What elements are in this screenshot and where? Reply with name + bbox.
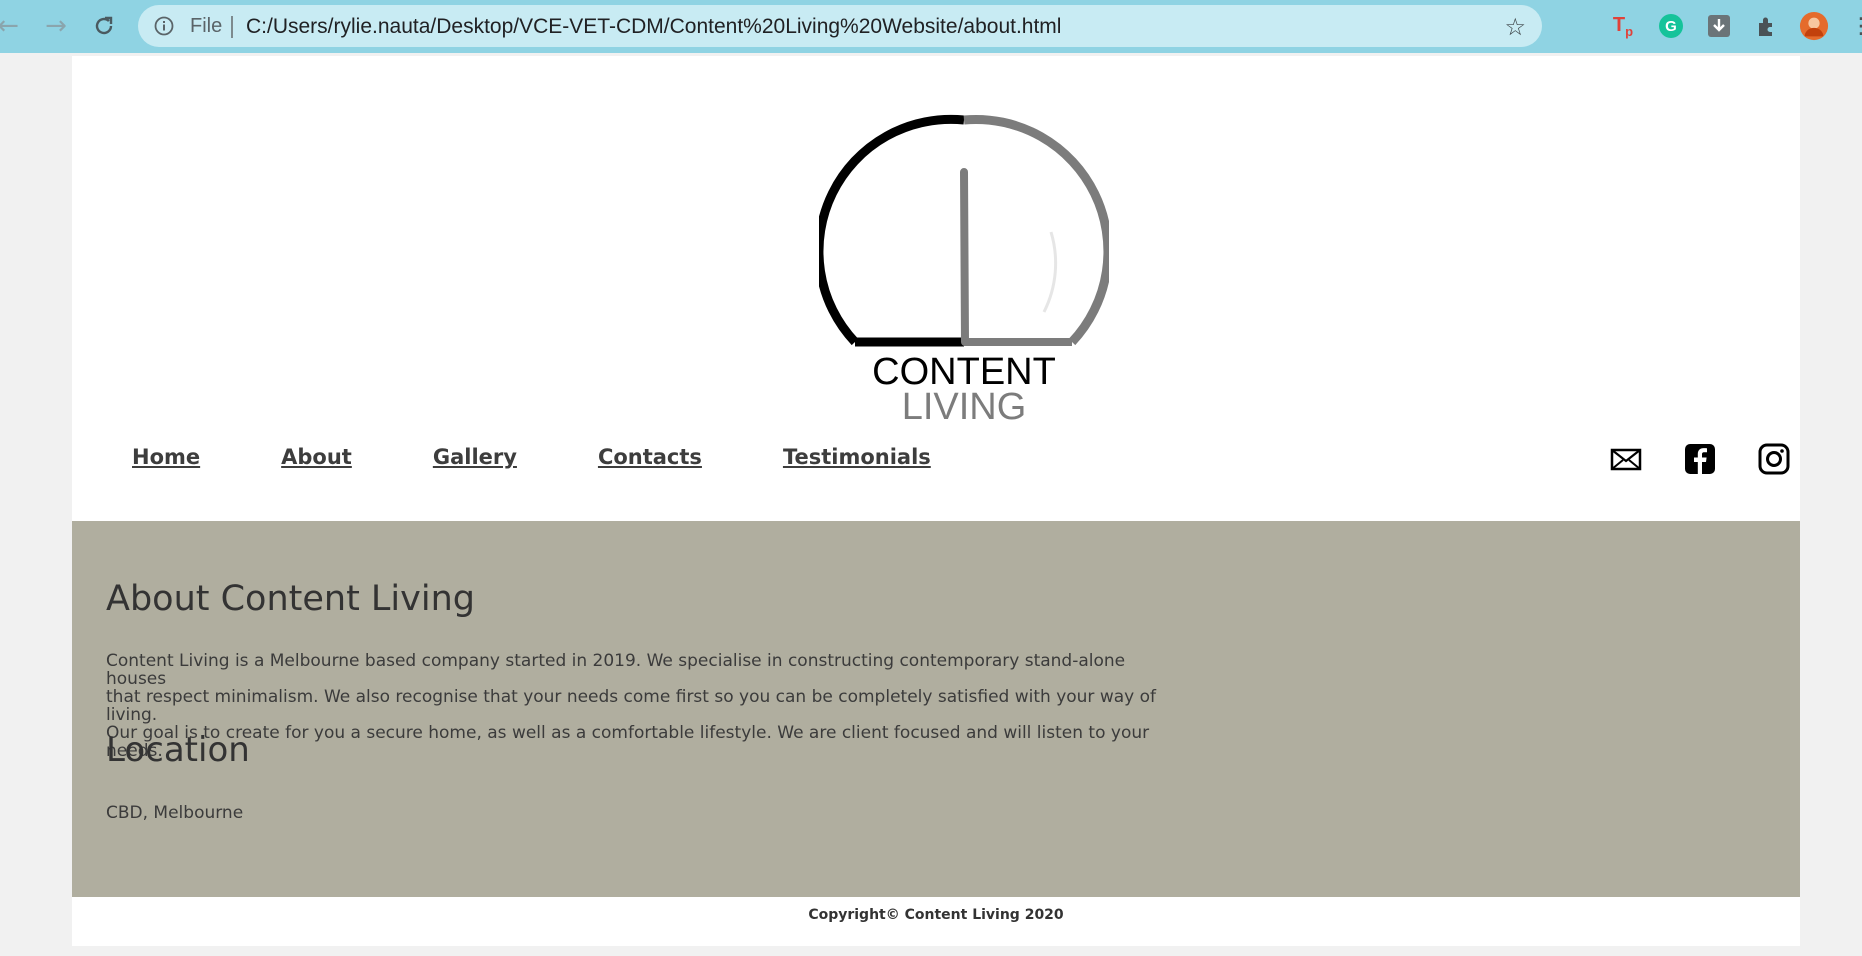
facebook-icon[interactable] <box>1683 442 1717 476</box>
web-page: CONTENT LIVING Home About Gallery Contac… <box>72 56 1800 946</box>
url-text[interactable]: C:/Users/rylie.nauta/Desktop/VCE-VET-CDM… <box>246 15 1061 39</box>
nav-home-link[interactable]: Home <box>132 445 200 485</box>
about-line: that respect minimalism. We also recogni… <box>106 687 1156 725</box>
about-line: Content Living is a Melbourne based comp… <box>106 651 1126 689</box>
location-text: CBD, Melbourne <box>106 803 244 823</box>
scheme-separator <box>231 16 233 38</box>
mail-icon[interactable] <box>1609 442 1643 476</box>
copyright-footer: Copyright© Content Living 2020 <box>808 907 1064 923</box>
svg-text:G: G <box>1665 18 1677 35</box>
nav-about-link[interactable]: About <box>281 445 352 485</box>
extension-tp-icon[interactable]: Tp <box>1608 11 1638 41</box>
puzzle-icon[interactable] <box>1752 11 1782 41</box>
about-heading: About Content Living <box>106 579 475 619</box>
content-living-logo[interactable]: CONTENT LIVING <box>819 112 1109 422</box>
nav-gallery-link[interactable]: Gallery <box>433 445 517 485</box>
back-icon[interactable]: ← <box>0 10 24 42</box>
reload-icon[interactable] <box>88 10 120 42</box>
address-bar[interactable]: File C:/Users/rylie.nauta/Desktop/VCE-VE… <box>138 5 1542 47</box>
menu-icon[interactable]: ⋮ <box>1846 11 1862 41</box>
main-navigation: Home About Gallery Contacts Testimonials <box>132 445 1012 485</box>
about-paragraph: Content Living is a Melbourne based comp… <box>106 652 1166 760</box>
profile-avatar[interactable] <box>1799 11 1829 41</box>
grammarly-icon[interactable]: G <box>1656 11 1686 41</box>
about-line: Our goal is to create for you a secure h… <box>106 723 1150 761</box>
scheme-label: File <box>190 15 223 37</box>
browser-toolbar: ← → File C:/Users/rylie.nauta/Desktop/VC… <box>0 0 1862 53</box>
nav-testimonials-link[interactable]: Testimonials <box>783 445 931 485</box>
forward-icon[interactable]: → <box>40 10 72 42</box>
location-heading: Location <box>106 730 250 770</box>
star-icon[interactable]: ☆ <box>1504 13 1526 41</box>
info-icon[interactable] <box>154 16 174 36</box>
logo-text-living: LIVING <box>902 386 1027 422</box>
download-icon[interactable] <box>1704 11 1734 41</box>
about-section: About Content Living Content Living is a… <box>72 521 1800 897</box>
instagram-icon[interactable] <box>1757 442 1791 476</box>
nav-contacts-link[interactable]: Contacts <box>598 445 702 485</box>
